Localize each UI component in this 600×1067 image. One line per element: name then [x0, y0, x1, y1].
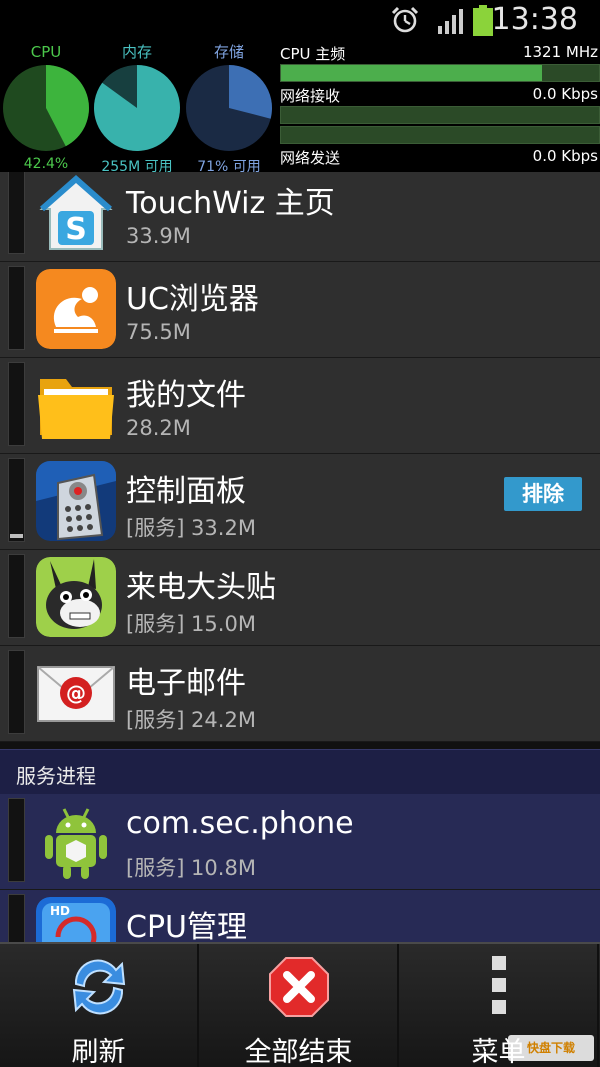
memory-meter-level [10, 534, 23, 538]
net-recv-bar [280, 106, 600, 124]
close-icon [268, 957, 329, 1017]
storage-gauge-title: 存储 [213, 43, 244, 61]
kill-all-button[interactable]: 全部结束 [200, 944, 399, 1067]
clock: 13:38 [491, 2, 578, 37]
kill-all-label: 全部结束 [244, 1037, 353, 1067]
memory-meter [8, 362, 25, 446]
svg-text:HD: HD [50, 904, 70, 918]
app-memory: [服务] 10.8M [126, 856, 256, 880]
memory-meter [8, 266, 25, 350]
cpu-freq-label: CPU 主频 [280, 45, 346, 63]
memory-meter [8, 798, 25, 882]
refresh-icon [72, 959, 125, 1015]
svg-text:S: S [65, 212, 87, 247]
list-item[interactable]: S TouchWiz 主页 33.9M [0, 172, 600, 262]
list-item[interactable]: 来电大头贴 [服务] 15.0M [0, 550, 600, 646]
net-send-bar [280, 126, 600, 144]
storage-pie [186, 65, 272, 151]
memory-meter [8, 894, 25, 942]
app-memory: 28.2M [126, 416, 191, 440]
memory-gauge: 内存 255M 可用 [91, 42, 183, 175]
memory-meter [8, 172, 25, 254]
list-item[interactable]: 我的文件 28.2M [0, 358, 600, 454]
refresh-button[interactable]: 刷新 [0, 944, 199, 1067]
stats-panel: CPU 主频 1321 MHz 网络接收 0.0 Kbps 网络发送 0.0 K… [280, 42, 600, 172]
menu-dots-icon [491, 956, 506, 1014]
exclude-button[interactable]: 排除 [504, 477, 582, 511]
folder-icon [38, 379, 114, 439]
cpu-gauge-title: CPU [30, 43, 62, 61]
memory-meter [8, 458, 25, 542]
net-send-row: 网络发送 0.0 Kbps [280, 146, 600, 167]
app-name: 电子邮件 [126, 666, 246, 701]
memory-meter [8, 650, 25, 734]
status-bar: 13:38 [0, 0, 600, 42]
net-send-label: 网络发送 [280, 149, 341, 167]
app-name: CPU管理 [126, 910, 247, 942]
net-recv-value: 0.0 Kbps [532, 85, 598, 103]
app-name: TouchWiz 主页 [126, 186, 335, 221]
cpu-freq-value: 1321 MHz [522, 43, 598, 61]
section-title: 服务进程 [16, 764, 96, 788]
cpu-gauge-value: 42.4% [23, 156, 69, 172]
system-monitor[interactable]: CPU 42.4% 内存 255M 可用 存储 71% 可用 CPU 主频 13… [0, 42, 600, 175]
app-name: UC浏览器 [126, 282, 259, 317]
app-memory: [服务] 15.0M [126, 612, 256, 636]
net-recv-label: 网络接收 [280, 87, 341, 105]
app-memory: 75.5M [126, 320, 191, 344]
memory-gauge-title: 内存 [121, 43, 152, 61]
signal-icon [438, 9, 463, 34]
storage-gauge: 存储 71% 可用 [183, 42, 275, 175]
app-name: 来电大头贴 [126, 570, 276, 605]
cpu-gauge: CPU 42.4% [0, 42, 92, 172]
cpu-pie [3, 65, 89, 151]
uc-browser-icon [36, 269, 116, 349]
app-memory: [服务] 33.2M [126, 516, 256, 540]
app-memory: 33.9M [126, 224, 191, 248]
net-recv-row: 网络接收 0.0 Kbps [280, 84, 600, 105]
svg-text:@: @ [66, 681, 86, 705]
cpu-manager-icon: HD [36, 897, 116, 942]
process-list[interactable]: S TouchWiz 主页 33.9M UC浏览器 75.5M 我的文件 28.… [0, 172, 600, 942]
section-header-services: 服务进程 [0, 749, 600, 794]
cpu-freq-fill [281, 65, 542, 81]
list-item[interactable]: 控制面板 [服务] 33.2M 排除 [0, 454, 600, 550]
memory-pie [94, 65, 181, 151]
bunny-icon [36, 557, 116, 637]
list-item[interactable]: @ 电子邮件 [服务] 24.2M [0, 646, 600, 742]
memory-meter [8, 554, 25, 638]
app-memory: [服务] 24.2M [126, 708, 256, 732]
list-item[interactable]: com.sec.phone [服务] 10.8M [0, 794, 600, 890]
net-send-value: 0.0 Kbps [532, 147, 598, 165]
list-item[interactable]: HD CPU管理 [0, 890, 600, 942]
cpu-freq-bar [280, 64, 600, 82]
watermark-logo: 快盘下载 [508, 1035, 594, 1061]
bottom-toolbar: 刷新 全部结束 菜单 快盘下载 [0, 942, 600, 1067]
cpu-freq-row: CPU 主频 1321 MHz [280, 42, 600, 63]
touchwiz-home-icon: S [39, 174, 113, 250]
app-name: com.sec.phone [126, 806, 354, 841]
app-name: 我的文件 [126, 378, 246, 413]
email-icon: @ [37, 666, 115, 722]
remote-control-icon [36, 461, 116, 541]
list-item[interactable]: UC浏览器 75.5M [0, 262, 600, 358]
android-icon [45, 808, 107, 879]
alarm-icon [391, 6, 419, 33]
app-name: 控制面板 [126, 474, 246, 509]
refresh-label: 刷新 [71, 1037, 126, 1067]
